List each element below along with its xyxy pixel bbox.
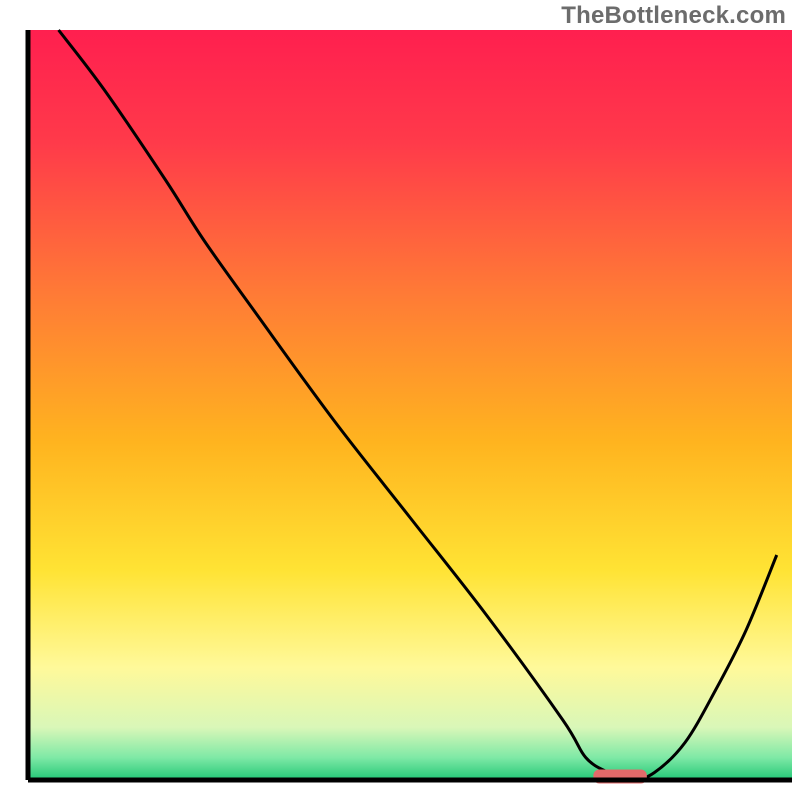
- chart-container: TheBottleneck.com: [0, 0, 800, 800]
- plot-background: [28, 30, 792, 780]
- bottleneck-chart: [0, 0, 800, 800]
- watermark-text: TheBottleneck.com: [561, 2, 786, 30]
